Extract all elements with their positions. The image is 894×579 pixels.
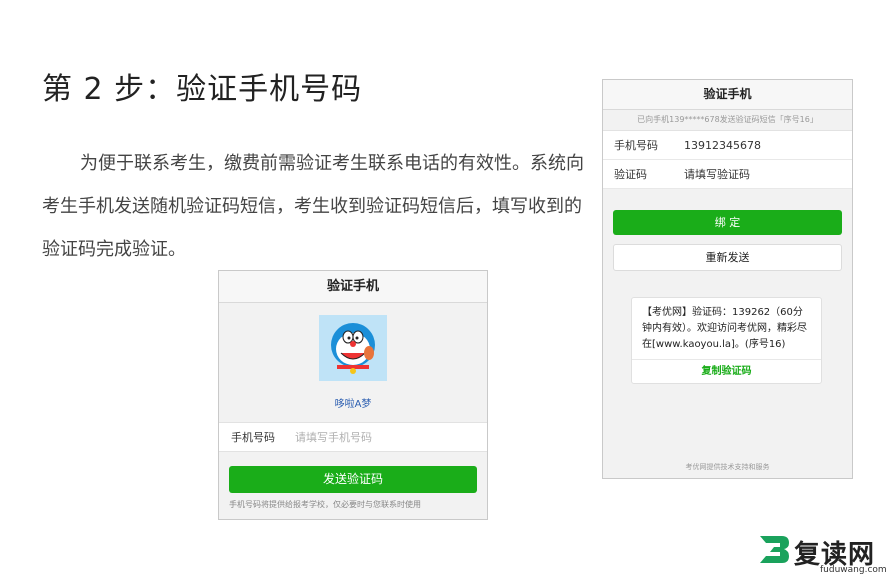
privacy-note: 手机号码将提供给报考学校，仅必要时与您联系时使用 [229, 500, 421, 509]
phone-field[interactable]: 手机号码 请填写手机号码 [219, 422, 487, 452]
sent-notice: 已向手机139*****678发送验证码短信「序号16」 [603, 110, 852, 131]
code-input[interactable]: 请填写验证码 [684, 166, 750, 182]
nickname: 哆啦A梦 [334, 399, 372, 410]
page-title: 第 2 步：验证手机号码 [42, 72, 363, 107]
phone-value: 13912345678 [684, 138, 761, 152]
phone-label: 手机号码 [231, 431, 275, 444]
send-code-button[interactable]: 发送验证码 [229, 466, 477, 493]
panel-header: 验证手机 [603, 80, 852, 110]
sms-text: 【考优网】验证码：139262（60分钟内有效）。欢迎访问考优网，精彩尽在[ww… [642, 307, 807, 350]
code-label: 验证码 [614, 168, 647, 181]
site-logo: 复读网 fuduwang.com [756, 530, 894, 579]
panel-footer: 考优网提供技术支持和服务 [685, 463, 770, 471]
bind-button[interactable]: 绑 定 [613, 210, 842, 235]
sms-message: 【考优网】验证码：139262（60分钟内有效）。欢迎访问考优网，精彩尽在[ww… [631, 297, 822, 384]
doraemon-icon [331, 323, 375, 374]
logo-mark-icon [760, 536, 789, 563]
phone-label: 手机号码 [614, 139, 658, 152]
verify-code-panel: 验证手机 已向手机139*****678发送验证码短信「序号16」 手机号码 1… [602, 79, 853, 479]
code-row[interactable]: 验证码 请填写验证码 [603, 160, 852, 189]
verify-phone-panel: 验证手机 哆啦A梦 手机号码 请填写手机号码 发送验证码 手机号码将提供给报考学… [218, 270, 488, 520]
phone-row: 手机号码 13912345678 [603, 131, 852, 160]
copy-code-button[interactable]: 复制验证码 [632, 359, 821, 383]
panel-header: 验证手机 [219, 271, 487, 303]
logo-domain: fuduwang.com [820, 565, 887, 575]
phone-input[interactable]: 请填写手机号码 [295, 429, 372, 445]
avatar [319, 315, 387, 381]
description-paragraph: 为便于联系考生，缴费前需验证考生联系电话的有效性。系统向考生手机发送随机验证码短… [42, 153, 584, 260]
resend-button[interactable]: 重新发送 [613, 244, 842, 271]
